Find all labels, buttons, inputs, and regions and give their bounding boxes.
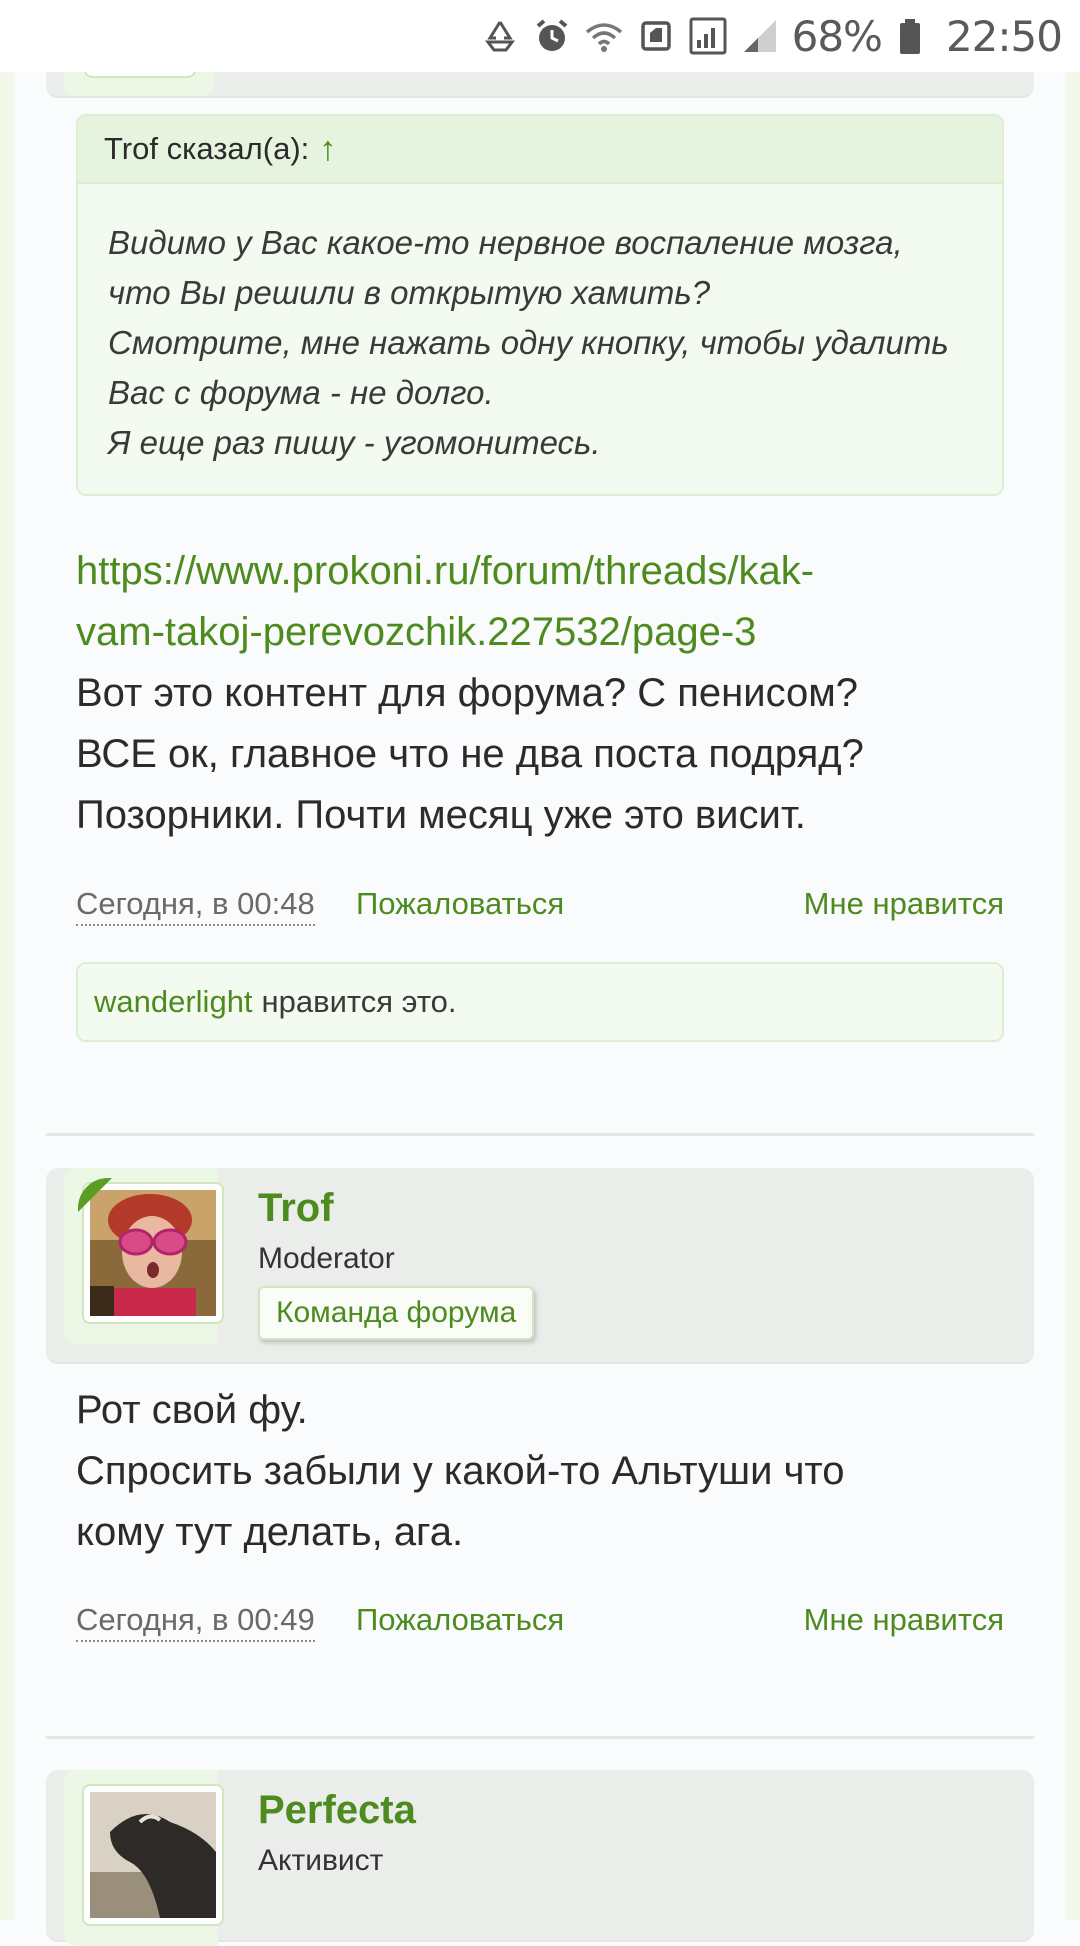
message-date[interactable]: Сегодня, в 00:49	[76, 1602, 315, 1642]
alarm-icon	[532, 16, 572, 56]
message-text-line: Спросить забыли у какой-то Альтуши что	[76, 1449, 845, 1493]
message-divider	[46, 1133, 1034, 1136]
like-link[interactable]: Мне нравится	[804, 1602, 1004, 1638]
message-text-line: Рот свой фу.	[76, 1388, 308, 1432]
quote-line: Видимо у Вас какое-то нервное воспаление…	[108, 224, 903, 261]
quote-author: Trof сказал(а):	[104, 131, 310, 166]
avatar[interactable]	[82, 1182, 224, 1324]
quote-line: что Вы решили в открытую хамить?	[108, 274, 711, 311]
staff-badge[interactable]: Команда форума	[258, 1286, 535, 1340]
thread-link[interactable]: https://www.prokoni.ru/forum/threads/kak…	[76, 541, 1016, 663]
username[interactable]: Perfecta	[258, 1788, 416, 1833]
message-meta: Сегодня, в 00:48 Пожаловаться Мне нравит…	[76, 886, 1004, 930]
wifi-icon	[584, 16, 624, 56]
message-meta: Сегодня, в 00:49 Пожаловаться Мне нравит…	[76, 1602, 1004, 1646]
recycle-icon	[480, 16, 520, 56]
report-link[interactable]: Пожаловаться	[356, 886, 564, 922]
message-text-line: Позорники. Почти месяц уже это висит.	[76, 793, 806, 837]
nfc-icon	[636, 16, 676, 56]
like-link[interactable]: Мне нравится	[804, 886, 1004, 922]
report-link[interactable]: Пожаловаться	[356, 1602, 564, 1638]
likes-text: нравится это.	[261, 984, 457, 1019]
quote-line: Смотрите, мне нажать одну кнопку, чтобы …	[108, 324, 949, 361]
quote-block: Trof сказал(а): ↑ Видимо у Вас какое-то …	[76, 114, 1004, 496]
avatar-holder	[64, 1168, 224, 1344]
avatar[interactable]	[82, 1784, 224, 1926]
quote-line: Вас с форума - не долго.	[108, 374, 494, 411]
go-to-quote-arrow-icon[interactable]: ↑	[319, 130, 336, 169]
message-text-line: Вот это контент для форума? С пенисом?	[76, 671, 859, 715]
message-date[interactable]: Сегодня, в 00:48	[76, 886, 315, 926]
user-title: Активист	[258, 1844, 384, 1877]
message-content: Рот свой фу. Спросить забыли у какой-то …	[76, 1380, 1016, 1563]
quote-line: Я еще раз пишу - угомонитесь.	[108, 424, 601, 461]
thread-link-line[interactable]: vam-takoj-perevozchik.227532/page-3	[76, 610, 756, 654]
quote-body: Видимо у Вас какое-то нервное воспаление…	[78, 184, 1002, 468]
quote-header: Trof сказал(а): ↑	[78, 116, 1002, 184]
clock: 22:50	[945, 11, 1063, 61]
status-bar: 68% 22:50	[0, 0, 1080, 72]
message-text-line: ВСЕ ок, главное что не два поста подряд?	[76, 732, 864, 776]
message-user-info: Perfecta Активист	[46, 1770, 1034, 1946]
page-side-left	[0, 0, 14, 1920]
message-text-line: кому тут делать, ага.	[76, 1510, 464, 1554]
message-content: https://www.prokoni.ru/forum/threads/kak…	[76, 541, 1016, 846]
signal-icon	[688, 16, 728, 56]
thread-link-line[interactable]: https://www.prokoni.ru/forum/threads/kak…	[76, 549, 814, 593]
page-side-right	[1066, 0, 1080, 1920]
username[interactable]: Trof	[258, 1186, 334, 1231]
message-divider	[46, 1736, 1034, 1739]
battery-icon	[894, 16, 934, 56]
likes-summary: wanderlight нравится это.	[76, 962, 1004, 1042]
message-user-info: Trof Moderator Команда форума	[46, 1168, 1034, 1364]
user-title: Moderator	[258, 1242, 395, 1275]
liker-username[interactable]: wanderlight	[94, 984, 253, 1020]
battery-percent: 68%	[791, 11, 883, 61]
signal-weak-icon	[740, 16, 780, 56]
